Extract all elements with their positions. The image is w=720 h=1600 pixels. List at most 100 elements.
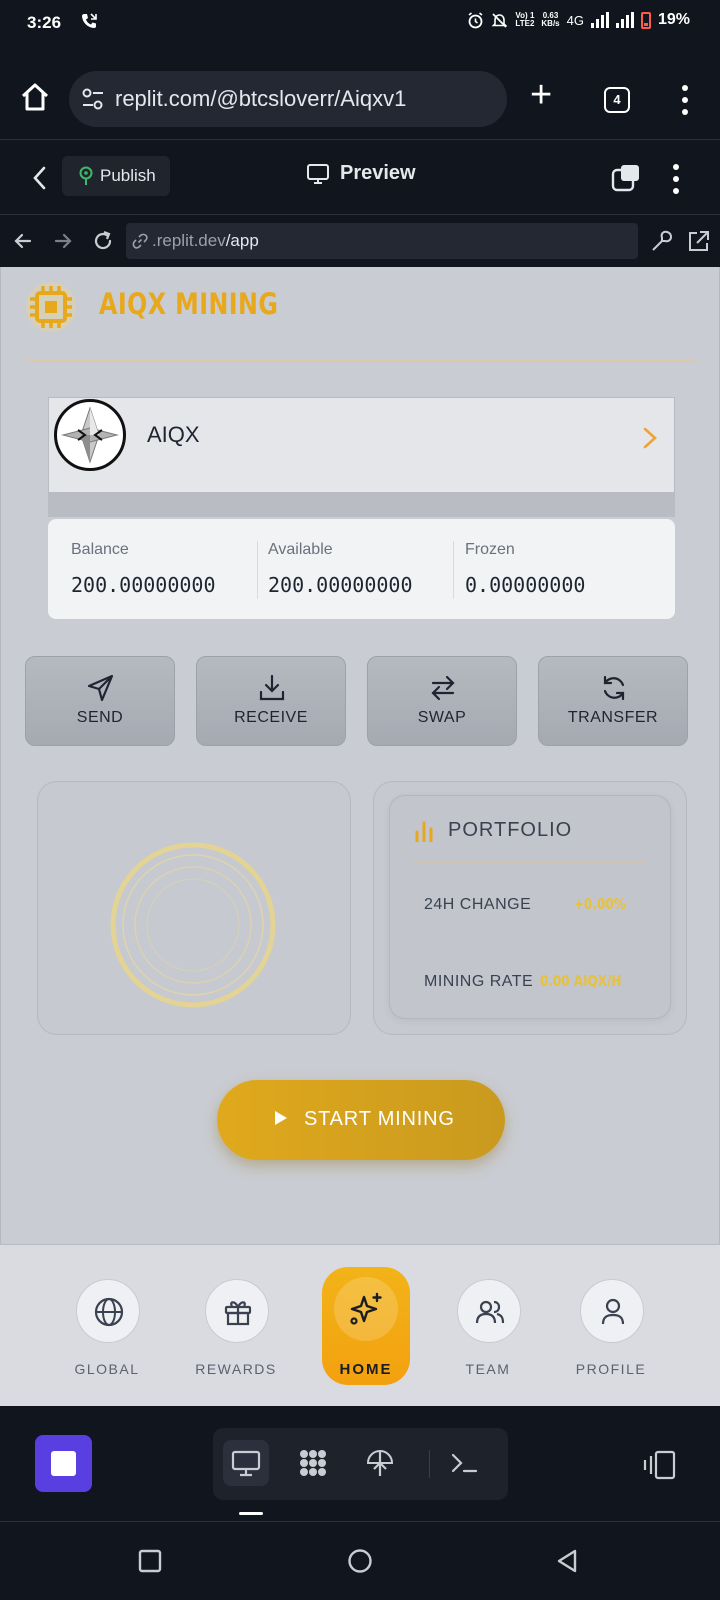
portfolio-header: PORTFOLIO xyxy=(414,819,572,842)
balance-separator xyxy=(453,541,454,599)
start-mining-label: START MINING xyxy=(304,1108,455,1130)
mining-rings-icon xyxy=(110,842,276,1008)
swap-button[interactable]: SWAP xyxy=(367,656,517,746)
coin-name: AIQX xyxy=(147,422,200,447)
nav-global-label: GLOBAL xyxy=(74,1361,140,1377)
active-tool-indicator xyxy=(239,1512,263,1515)
apps-grid-icon xyxy=(300,1450,326,1476)
nav-global[interactable]: GLOBAL xyxy=(47,1279,167,1399)
chevron-right-icon xyxy=(643,427,657,449)
system-back-icon[interactable] xyxy=(555,1548,581,1574)
home-icon[interactable] xyxy=(18,80,52,114)
site-settings-icon[interactable] xyxy=(81,88,105,110)
mute-icon xyxy=(491,12,508,28)
rate-label: MINING RATE xyxy=(424,973,534,990)
coin-card-footer xyxy=(48,493,675,517)
webview-url-field[interactable]: .replit.dev/app xyxy=(126,223,638,259)
send-icon xyxy=(87,674,114,702)
open-external-icon[interactable] xyxy=(686,228,712,254)
nav-home-label: HOME xyxy=(339,1361,393,1378)
wifi-call-icon xyxy=(80,12,98,35)
publish-label: Publish xyxy=(100,166,156,185)
volte-indicator: Vo) 1 LTE2 xyxy=(515,11,535,28)
webview-forward-icon[interactable] xyxy=(50,228,76,254)
balance-value: 200.00000000 xyxy=(71,573,216,597)
swap-label: SWAP xyxy=(417,709,467,726)
coin-selector[interactable]: AIQX xyxy=(48,397,675,493)
system-home-icon[interactable] xyxy=(347,1548,373,1574)
balance-label: Balance xyxy=(71,541,129,558)
browser-url-text: replit.com/@btcsloverr/Aiqxv1 xyxy=(115,86,407,111)
preview-label: Preview xyxy=(340,162,416,184)
bar-chart-icon xyxy=(415,821,433,842)
status-bar: 3:26 Vo) 1 LTE2 0.63 KB/s 4G 19% xyxy=(0,0,720,46)
panel-toggle-icon[interactable] xyxy=(642,1450,676,1480)
browser-url-bar[interactable]: replit.com/@btcsloverr/Aiqxv1 xyxy=(69,71,507,127)
shell-tool-button[interactable] xyxy=(441,1440,487,1486)
portfolio-title: PORTFOLIO xyxy=(448,819,573,841)
preview-tab[interactable]: Preview xyxy=(306,162,416,185)
download-icon xyxy=(259,674,285,701)
receive-button[interactable]: RECEIVE xyxy=(196,656,346,746)
deploy-icon xyxy=(366,1450,394,1476)
nav-team[interactable]: TEAM xyxy=(428,1279,548,1399)
stop-button[interactable] xyxy=(35,1435,92,1492)
webview-reload-icon[interactable] xyxy=(90,228,116,254)
webview-back-icon[interactable] xyxy=(10,228,36,254)
signal-2-icon xyxy=(615,12,634,28)
frozen-label: Frozen xyxy=(465,541,515,558)
app-viewport: AIQX MINING AIQX Balance 200.00000000 Av… xyxy=(0,267,720,1244)
nav-profile[interactable]: PROFILE xyxy=(551,1279,671,1399)
balance-total: Balance 200.00000000 xyxy=(71,541,216,601)
apps-tool-button[interactable] xyxy=(290,1440,336,1486)
publish-icon xyxy=(79,166,93,185)
gift-icon xyxy=(224,1301,252,1326)
transfer-button[interactable]: TRANSFER xyxy=(538,656,688,746)
replit-tool-group xyxy=(213,1428,508,1500)
tool-separator xyxy=(429,1450,430,1478)
tab-switcher-button[interactable]: 4 xyxy=(604,87,630,113)
network-type: 4G xyxy=(566,12,584,28)
replit-menu-icon[interactable] xyxy=(666,162,686,194)
back-chevron-icon[interactable] xyxy=(28,164,52,192)
start-mining-button[interactable]: START MINING xyxy=(217,1080,505,1160)
mining-visual-panel xyxy=(37,781,351,1035)
link-icon xyxy=(132,233,148,249)
available-value: 200.00000000 xyxy=(268,573,413,597)
recents-icon[interactable] xyxy=(137,1548,163,1574)
play-icon xyxy=(275,1111,287,1125)
nav-rewards[interactable]: REWARDS xyxy=(176,1279,296,1399)
refresh-icon xyxy=(603,675,625,701)
alarm-icon xyxy=(468,11,483,28)
nav-profile-label: PROFILE xyxy=(575,1361,647,1377)
nav-home[interactable]: HOME xyxy=(322,1267,410,1385)
portfolio-card: PORTFOLIO 24H CHANGE +0.00% MINING RATE … xyxy=(389,795,671,1019)
publish-button[interactable]: Publish xyxy=(62,156,170,196)
preview-tool-button[interactable] xyxy=(223,1440,269,1486)
users-icon xyxy=(475,1300,505,1324)
webview-toolbar: .replit.dev/app xyxy=(0,215,720,267)
chip-logo-icon xyxy=(25,281,77,333)
frozen-value: 0.00000000 xyxy=(465,573,586,597)
status-time: 3:26 xyxy=(27,13,62,32)
balance-frozen: Frozen 0.00000000 xyxy=(465,541,585,601)
send-button[interactable]: SEND xyxy=(25,656,175,746)
webview-url-text: .replit.dev/app xyxy=(152,231,259,250)
monitor-icon xyxy=(231,1450,261,1477)
browser-menu-icon[interactable] xyxy=(675,83,695,117)
app-title: AIQX MINING xyxy=(99,287,279,321)
new-tab-icon[interactable]: + xyxy=(530,76,552,114)
browser-toolbar: replit.com/@btcsloverr/Aiqxv1 + 4 xyxy=(0,46,720,140)
devtools-wrench-icon[interactable] xyxy=(649,228,675,254)
send-label: SEND xyxy=(76,709,124,726)
status-icons: Vo) 1 LTE2 0.63 KB/s 4G 19% xyxy=(467,11,690,29)
balance-separator xyxy=(257,541,258,599)
balance-card: Balance 200.00000000 Available 200.00000… xyxy=(48,519,675,619)
switch-window-icon[interactable] xyxy=(611,164,641,192)
change-value: +0.00% xyxy=(574,895,626,913)
system-nav-bar xyxy=(0,1522,720,1600)
speed-indicator: 0.63 KB/s xyxy=(541,11,560,28)
nav-team-label: TEAM xyxy=(465,1361,511,1377)
deploy-tool-button[interactable] xyxy=(357,1440,403,1486)
header-divider xyxy=(25,360,697,361)
